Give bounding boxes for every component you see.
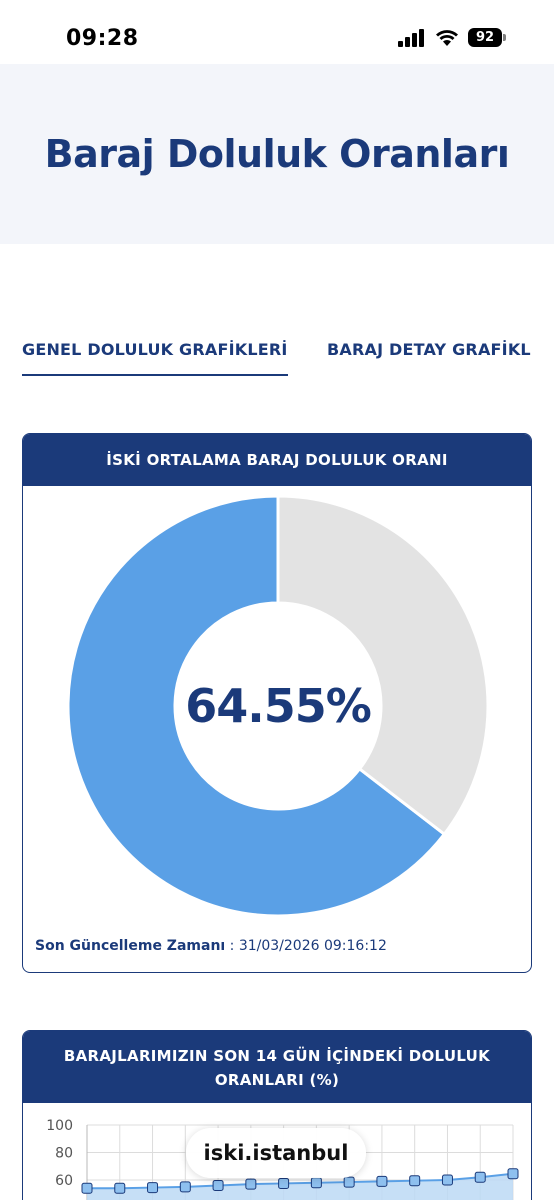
trend-point [310, 1177, 322, 1189]
trend-point [245, 1178, 257, 1190]
trend-point [179, 1181, 191, 1193]
page-title: Baraj Doluluk Oranları [44, 132, 510, 176]
occupancy-card: İSKİ ORTALAMA BARAJ DOLULUK ORANI 64.55%… [22, 433, 532, 973]
trend-point [147, 1182, 159, 1194]
tab-dam-detail-charts[interactable]: BARAJ DETAY GRAFİKL [327, 340, 531, 376]
trend-point [343, 1176, 355, 1188]
tab-bar: GENEL DOLULUK GRAFİKLERİ BARAJ DETAY GRA… [22, 340, 554, 380]
status-time: 09:28 [66, 26, 139, 51]
trend-point [278, 1177, 290, 1189]
trend-point [81, 1182, 93, 1194]
trend-point [441, 1174, 453, 1186]
status-bar: 09:28 92 [0, 0, 554, 64]
occupancy-percentage: 64.55% [185, 679, 372, 733]
last-update-label: Son Güncelleme Zamanı [35, 938, 226, 954]
trend-card-title: BARAJLARIMIZIN SON 14 GÜN İÇİNDEKİ DOLUL… [23, 1031, 531, 1103]
wifi-icon [436, 30, 458, 46]
trend-point [376, 1175, 388, 1187]
y-tick-label: 60 [55, 1173, 73, 1189]
last-update-value: : 31/03/2026 09:16:12 [229, 938, 387, 954]
signal-icon [398, 28, 424, 47]
battery-level: 92 [468, 28, 502, 47]
trend-point [212, 1180, 224, 1191]
trend-point [114, 1182, 126, 1194]
last-update: Son Güncelleme Zamanı : 31/03/2026 09:16… [35, 938, 387, 954]
battery-icon: 92 [468, 28, 506, 47]
trend-point [474, 1171, 486, 1183]
trend-point [409, 1175, 421, 1187]
occupancy-card-title: İSKİ ORTALAMA BARAJ DOLULUK ORANI [23, 434, 531, 486]
page-header: Baraj Doluluk Oranları [0, 64, 554, 244]
y-tick-label: 80 [55, 1146, 73, 1162]
tab-general-charts[interactable]: GENEL DOLULUK GRAFİKLERİ [22, 340, 288, 376]
status-icons: 92 [398, 28, 506, 47]
y-tick-label: 100 [46, 1118, 73, 1134]
browser-url-bar[interactable]: iski.istanbul [186, 1128, 366, 1178]
trend-point [507, 1168, 519, 1180]
